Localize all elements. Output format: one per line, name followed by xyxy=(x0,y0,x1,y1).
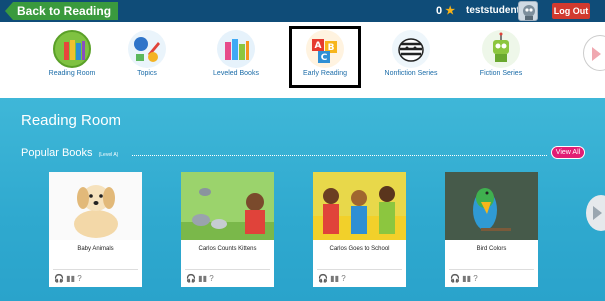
nav-label: Reading Room xyxy=(48,70,96,77)
book-action-icons[interactable]: 🎧 ▮▮ ? xyxy=(450,274,478,283)
section-title-label: Popular Books xyxy=(21,147,93,159)
nav-label: Leveled Books xyxy=(213,70,259,77)
top-bar: Back to Reading 0 ★ teststudent Log Out xyxy=(0,0,605,22)
divider xyxy=(449,269,534,270)
book-card[interactable]: Carlos Counts Kittens 🎧 ▮▮ ? xyxy=(181,172,274,287)
book-action-icons[interactable]: 🎧 ▮▮ ? xyxy=(54,274,82,283)
leveled-books-icon xyxy=(217,30,255,68)
reading-room-panel: Reading Room Popular Books (Level A) Vie… xyxy=(0,98,605,301)
points-value: 0 xyxy=(436,5,443,17)
points-counter: 0 ★ xyxy=(436,3,455,19)
dotted-divider xyxy=(132,155,547,156)
nav-item-topics[interactable]: Topics xyxy=(107,30,187,78)
book-cover xyxy=(445,172,538,240)
nav-next-button[interactable] xyxy=(583,35,605,71)
book-cover xyxy=(181,172,274,240)
book-action-icons[interactable]: 🎧 ▮▮ ? xyxy=(186,274,214,283)
book-title: Carlos Goes to School xyxy=(329,246,390,252)
book-cover xyxy=(49,172,142,240)
nav-label: Fiction Series xyxy=(479,70,523,77)
book-title: Baby Animals xyxy=(77,246,114,252)
selected-indicator xyxy=(289,26,361,88)
book-cover xyxy=(313,172,406,240)
book-action-icons[interactable]: 🎧 ▮▮ ? xyxy=(318,274,346,283)
book-title: Carlos Counts Kittens xyxy=(198,246,257,252)
book-card[interactable]: Baby Animals 🎧 ▮▮ ? xyxy=(49,172,142,287)
nav-item-fiction-series[interactable]: Fiction Series xyxy=(461,30,541,78)
books-next-button[interactable] xyxy=(586,195,605,231)
page-title: Reading Room xyxy=(21,112,122,129)
avatar[interactable] xyxy=(518,1,538,21)
topics-icon xyxy=(128,30,166,68)
divider xyxy=(53,269,138,270)
view-all-button[interactable]: View All xyxy=(551,146,585,159)
chevron-right-icon xyxy=(592,47,601,61)
username: teststudent xyxy=(466,5,520,16)
nav-item-reading-room[interactable]: Reading Room xyxy=(32,30,112,78)
robot-icon xyxy=(482,30,520,68)
divider xyxy=(185,269,270,270)
back-to-reading-button[interactable]: Back to Reading xyxy=(5,2,119,20)
nav-label: Nonfiction Series xyxy=(384,70,438,77)
chevron-right-icon xyxy=(593,206,602,220)
section-title: Popular Books (Level A) xyxy=(21,147,118,159)
book-title: Bird Colors xyxy=(476,246,507,252)
zebra-icon xyxy=(392,30,430,68)
book-card[interactable]: Bird Colors 🎧 ▮▮ ? xyxy=(445,172,538,287)
book-card[interactable]: Carlos Goes to School 🎧 ▮▮ ? xyxy=(313,172,406,287)
nav-label: Topics xyxy=(137,70,157,77)
star-icon: ★ xyxy=(445,5,456,17)
nav-item-leveled-books[interactable]: Leveled Books xyxy=(196,30,276,78)
log-out-button[interactable]: Log Out xyxy=(552,3,590,19)
category-nav: Reading Room Topics Leveled Books A B C … xyxy=(0,22,605,98)
divider xyxy=(317,269,402,270)
nav-item-nonfiction-series[interactable]: Nonfiction Series xyxy=(371,30,451,78)
reading-room-icon xyxy=(53,30,91,68)
section-level: (Level A) xyxy=(98,152,119,158)
